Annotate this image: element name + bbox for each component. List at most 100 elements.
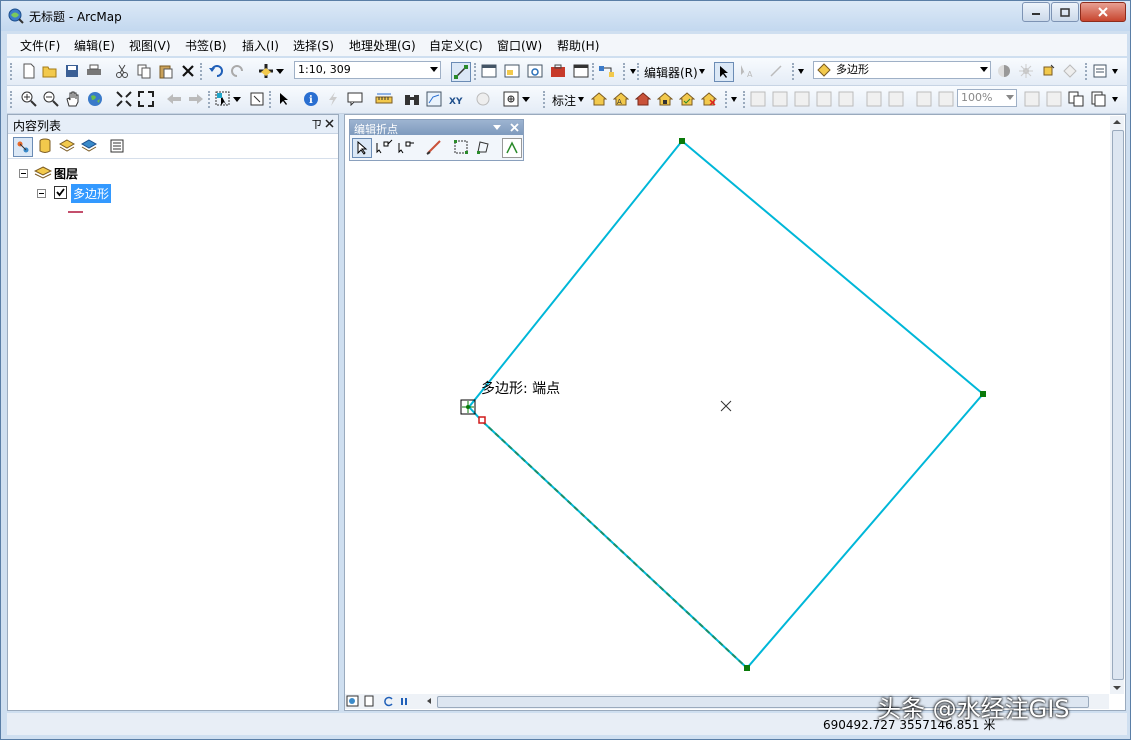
cut-button[interactable] <box>113 62 131 80</box>
pin-icon[interactable]: ㄗ <box>311 116 322 132</box>
toc-options-button[interactable] <box>108 137 126 155</box>
map-vertical-scrollbar[interactable] <box>1110 116 1124 694</box>
undo-button[interactable] <box>207 62 225 80</box>
sketch-properties-button[interactable] <box>1091 62 1109 80</box>
identify-button[interactable]: i <box>302 90 320 108</box>
vertical-scroll-thumb[interactable] <box>1112 130 1124 680</box>
menu-help[interactable]: 帮助(H) <box>557 37 599 54</box>
view-unplaced-button[interactable] <box>678 90 696 108</box>
edit-vertices-header[interactable]: 编辑折点 <box>350 120 523 136</box>
list-by-selection-button[interactable] <box>80 137 98 155</box>
toolbar-options-2[interactable] <box>797 62 805 80</box>
select-features-button[interactable] <box>214 90 232 108</box>
data-view-button[interactable] <box>346 695 360 707</box>
scroll-left-icon[interactable] <box>423 695 435 707</box>
create-viewer-button[interactable] <box>502 90 520 108</box>
labeling-menu-dropdown[interactable] <box>577 90 585 108</box>
labeling-menu[interactable]: 标注 <box>552 92 576 109</box>
change-layout-button[interactable] <box>1067 90 1085 108</box>
close-icon[interactable] <box>510 123 519 132</box>
menu-edit[interactable]: 编辑(E) <box>74 37 115 54</box>
catalog-button[interactable] <box>503 62 521 80</box>
layer-visibility-checkbox[interactable] <box>54 186 67 199</box>
copy-button[interactable] <box>135 62 153 80</box>
reshape-feature-button[interactable] <box>474 138 492 156</box>
select-elements-button[interactable] <box>275 90 293 108</box>
list-by-drawing-order-button[interactable] <box>13 137 33 157</box>
list-by-visibility-button[interactable] <box>58 137 76 155</box>
menu-view[interactable]: 视图(V) <box>129 37 171 54</box>
add-data-dropdown[interactable] <box>275 62 285 80</box>
scroll-down-icon[interactable] <box>1110 682 1124 694</box>
map-scale-combo[interactable]: 1:10, 309 <box>294 61 441 79</box>
delete-button[interactable] <box>179 62 197 80</box>
edit-target-combo[interactable]: 多边形 <box>813 61 991 79</box>
layer-symbol-swatch[interactable] <box>68 210 84 214</box>
search-window-button[interactable] <box>526 62 544 80</box>
paste-button[interactable] <box>157 62 175 80</box>
menu-bookmarks[interactable]: 书签(B) <box>185 37 227 54</box>
minimize-button[interactable] <box>1022 2 1050 22</box>
layout-zoom-combo[interactable]: 100% <box>957 89 1017 107</box>
toolbar-options-1[interactable] <box>629 62 637 80</box>
menu-file[interactable]: 文件(F) <box>20 37 60 54</box>
redo-button[interactable] <box>229 62 247 80</box>
label-manager-button[interactable] <box>590 90 608 108</box>
arctoolbox-button[interactable] <box>549 62 567 80</box>
select-features-dropdown[interactable] <box>232 90 242 108</box>
label-priority-button[interactable]: A <box>612 90 630 108</box>
editor-toolbar-toggle[interactable] <box>451 62 471 82</box>
refresh-icon[interactable] <box>383 695 395 707</box>
remove-labels-button[interactable] <box>700 90 718 108</box>
map-canvas[interactable] <box>345 115 1125 695</box>
collapse-layers-toggle[interactable] <box>19 169 28 178</box>
fixed-zoom-out-button[interactable] <box>137 90 155 108</box>
modify-sketch-vertices-button[interactable] <box>352 138 372 158</box>
clear-selection-button[interactable] <box>248 90 266 108</box>
layout-view-button[interactable] <box>363 695 375 707</box>
sketch-properties-window-button[interactable] <box>502 138 522 158</box>
editor-menu[interactable]: 编辑器(R) <box>644 64 698 81</box>
table-of-contents-button[interactable] <box>480 62 498 80</box>
maximize-button[interactable] <box>1051 2 1079 22</box>
model-builder-button[interactable] <box>598 62 616 80</box>
zoom-out-button[interactable] <box>42 90 60 108</box>
measure-button[interactable] <box>375 90 393 108</box>
find-button[interactable] <box>403 90 421 108</box>
label-weight-button[interactable] <box>634 90 652 108</box>
data-driven-pages-button[interactable] <box>1089 90 1107 108</box>
html-popup-button[interactable] <box>346 90 364 108</box>
print-button[interactable] <box>85 62 103 80</box>
rotate-tool-button[interactable] <box>1039 62 1057 80</box>
viewer-dropdown[interactable] <box>521 90 531 108</box>
delete-vertex-button[interactable] <box>397 138 415 156</box>
toolbar-options-4[interactable] <box>730 90 738 108</box>
toolbar-options-3[interactable] <box>1111 62 1119 80</box>
edit-tool-button[interactable] <box>714 62 734 82</box>
collapse-layer-toggle[interactable] <box>37 189 46 198</box>
list-by-source-button[interactable] <box>36 137 54 155</box>
zoom-in-button[interactable] <box>20 90 38 108</box>
menu-geoprocessing[interactable]: 地理处理(G) <box>349 37 416 54</box>
goto-xy-button[interactable]: XY <box>447 90 465 108</box>
continue-feature-button[interactable] <box>425 138 443 156</box>
find-route-button[interactable] <box>425 90 443 108</box>
editor-menu-dropdown[interactable] <box>698 62 706 80</box>
save-button[interactable] <box>63 62 81 80</box>
data-frame-label[interactable]: 图层 <box>54 165 78 182</box>
add-data-button[interactable] <box>257 62 275 80</box>
layer-name-label[interactable]: 多边形 <box>71 184 112 203</box>
python-window-button[interactable] <box>572 62 590 80</box>
add-vertex-button[interactable] <box>375 138 393 156</box>
fixed-zoom-in-button[interactable] <box>115 90 133 108</box>
scroll-up-icon[interactable] <box>1110 116 1124 128</box>
menu-windows[interactable]: 窗口(W) <box>497 37 542 54</box>
pan-button[interactable] <box>64 90 82 108</box>
pause-drawing-icon[interactable] <box>399 696 409 706</box>
close-button[interactable] <box>1080 2 1126 22</box>
toolbar-options-5[interactable] <box>1111 90 1119 108</box>
map-data-view[interactable]: 多边形: 端点 <box>344 114 1126 711</box>
open-button[interactable] <box>41 62 59 80</box>
close-icon[interactable] <box>325 119 334 128</box>
lock-labels-button[interactable] <box>656 90 674 108</box>
